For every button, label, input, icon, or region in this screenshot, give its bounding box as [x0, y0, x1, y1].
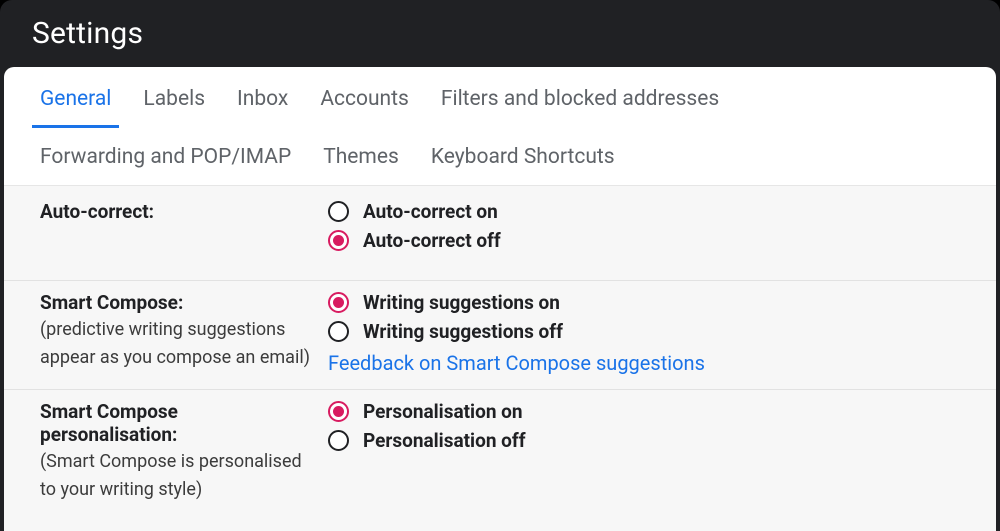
smart-compose-label: Smart Compose:	[40, 291, 316, 314]
personalisation-off-row: Personalisation off	[328, 429, 960, 452]
autocorrect-on-row: Auto-correct on	[328, 200, 960, 223]
smart-compose-personal-label: Smart Compose personalisation:	[40, 400, 316, 446]
tab-inbox[interactable]: Inbox	[235, 85, 290, 127]
setting-label-col: Smart Compose personalisation: (Smart Co…	[40, 400, 328, 504]
setting-options-col: Writing suggestions on Writing suggestio…	[328, 291, 960, 375]
radio-autocorrect-on[interactable]	[328, 201, 349, 222]
tab-keyboard-shortcuts[interactable]: Keyboard Shortcuts	[429, 143, 617, 185]
page-title: Settings	[32, 16, 968, 51]
autocorrect-on-label: Auto-correct on	[363, 200, 498, 223]
radio-personalisation-on[interactable]	[328, 401, 349, 422]
tab-general[interactable]: General	[38, 85, 113, 127]
smart-compose-on-row: Writing suggestions on	[328, 291, 960, 314]
radio-personalisation-off[interactable]	[328, 430, 349, 451]
autocorrect-off-row: Auto-correct off	[328, 229, 960, 252]
smart-compose-feedback-link[interactable]: Feedback on Smart Compose suggestions	[328, 351, 705, 375]
smart-compose-personal-sublabel: (Smart Compose is personalised to your w…	[40, 448, 316, 504]
setting-label-col: Auto-correct:	[40, 200, 328, 223]
tab-filters[interactable]: Filters and blocked addresses	[439, 85, 721, 127]
personalisation-on-label: Personalisation on	[363, 400, 523, 423]
smart-compose-off-row: Writing suggestions off	[328, 320, 960, 343]
setting-row-smart-compose-personalisation: Smart Compose personalisation: (Smart Co…	[4, 390, 996, 531]
autocorrect-off-label: Auto-correct off	[363, 229, 501, 252]
tab-accounts[interactable]: Accounts	[318, 85, 411, 127]
radio-smart-compose-off[interactable]	[328, 321, 349, 342]
setting-row-autocorrect: Auto-correct: Auto-correct on Auto-corre…	[4, 186, 996, 281]
setting-options-col: Auto-correct on Auto-correct off	[328, 200, 960, 258]
content-panel: General Labels Inbox Accounts Filters an…	[4, 67, 996, 531]
smart-compose-on-label: Writing suggestions on	[363, 291, 560, 314]
setting-row-smart-compose: Smart Compose: (predictive writing sugge…	[4, 281, 996, 390]
setting-label-col: Smart Compose: (predictive writing sugge…	[40, 291, 328, 372]
smart-compose-off-label: Writing suggestions off	[363, 320, 563, 343]
settings-body[interactable]: Auto-correct: Auto-correct on Auto-corre…	[4, 186, 996, 531]
settings-window: Settings General Labels Inbox Accounts F…	[0, 0, 1000, 531]
radio-smart-compose-on[interactable]	[328, 292, 349, 313]
settings-header: Settings	[4, 4, 996, 67]
smart-compose-sublabel: (predictive writing suggestions appear a…	[40, 316, 316, 372]
tab-labels[interactable]: Labels	[141, 85, 207, 127]
tabs-bar: General Labels Inbox Accounts Filters an…	[4, 67, 996, 186]
personalisation-off-label: Personalisation off	[363, 429, 526, 452]
tab-themes[interactable]: Themes	[321, 143, 401, 185]
autocorrect-label: Auto-correct:	[40, 200, 316, 223]
setting-options-col: Personalisation on Personalisation off	[328, 400, 960, 458]
radio-autocorrect-off[interactable]	[328, 230, 349, 251]
personalisation-on-row: Personalisation on	[328, 400, 960, 423]
tab-forwarding[interactable]: Forwarding and POP/IMAP	[38, 143, 293, 185]
